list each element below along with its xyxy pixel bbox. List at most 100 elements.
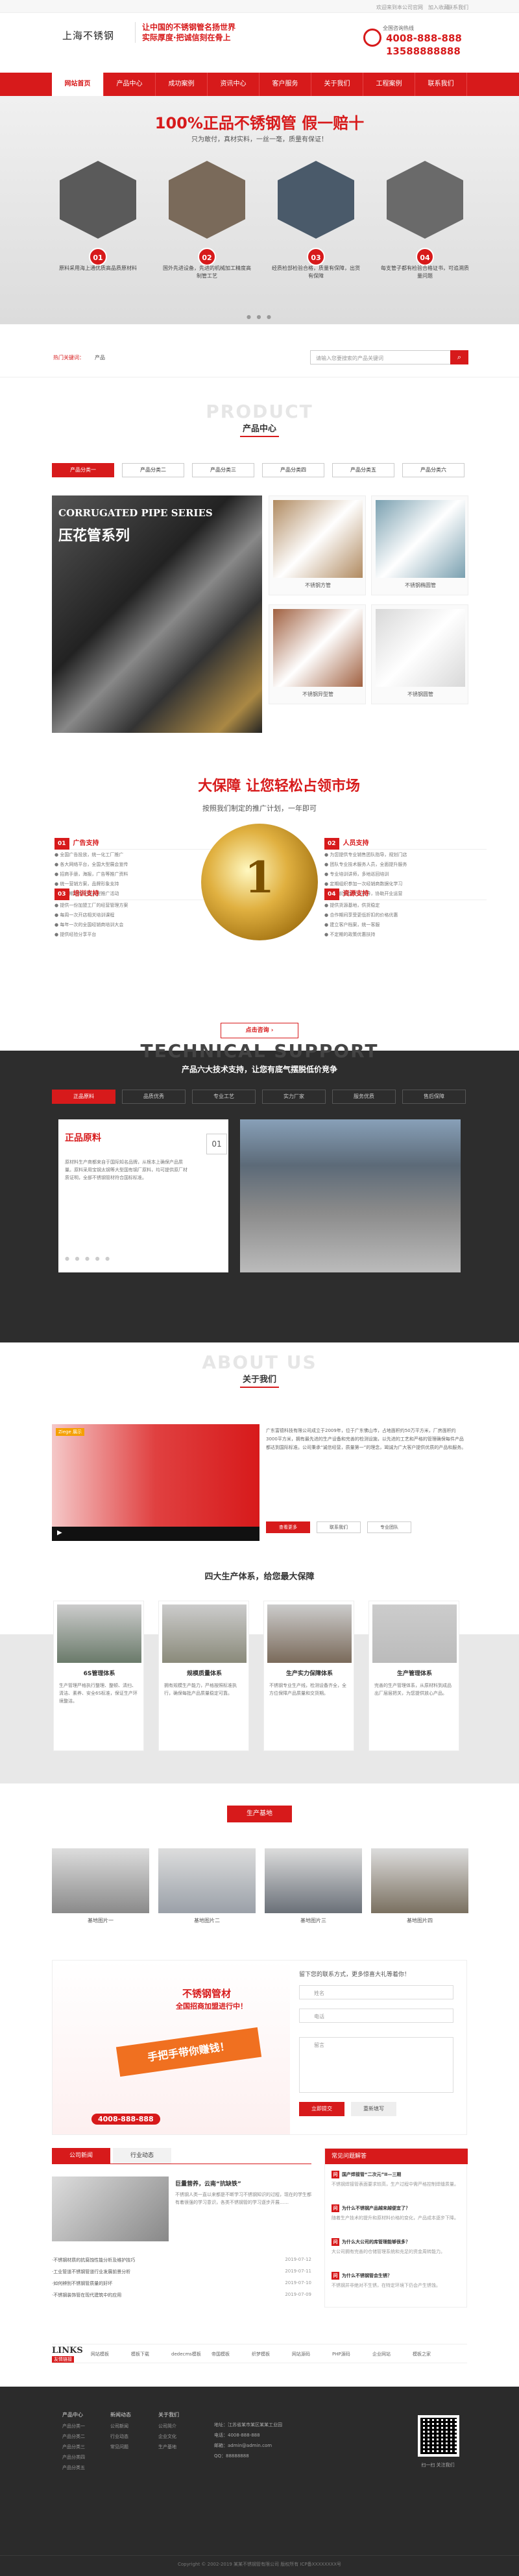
footer-column-link[interactable]: 常见问题 bbox=[110, 2444, 128, 2450]
footer-column-link[interactable]: 公司简介 bbox=[158, 2423, 176, 2429]
news-item-title[interactable]: ·工业管道不锈钢管道行业发展前景分析 bbox=[52, 2269, 130, 2274]
friend-link[interactable]: 模板下载 bbox=[131, 2351, 149, 2357]
video-controls[interactable]: ▶ bbox=[52, 1527, 260, 1541]
tech-card-dots[interactable]: ● ● ● ● ● bbox=[65, 1256, 112, 1261]
faq-heading: 常见问题解答 bbox=[325, 2149, 468, 2164]
news-item-title[interactable]: ·不锈钢材质的抗腐蚀性能分析及维护技巧 bbox=[52, 2258, 135, 2263]
friend-link[interactable]: 帝国模板 bbox=[211, 2351, 230, 2357]
collect-link[interactable]: 加入收藏 bbox=[428, 4, 449, 11]
product-tab-6[interactable]: 产品分类六 bbox=[402, 463, 465, 477]
banner-dots[interactable]: ● ● ● bbox=[247, 314, 273, 320]
product-thumb[interactable]: 不锈钢方管 bbox=[269, 495, 366, 595]
friend-link[interactable]: 企业网站 bbox=[372, 2351, 391, 2357]
nav-item-6[interactable]: 关于我们 bbox=[311, 73, 363, 96]
footer-column-link[interactable]: 行业动态 bbox=[110, 2433, 128, 2440]
friend-link[interactable]: dedecms模板 bbox=[171, 2351, 201, 2357]
faq-question[interactable]: 问为什么不锈钢管会生锈？ bbox=[332, 2272, 461, 2280]
news-item-title[interactable]: ·不锈钢装饰管在现代建筑中的应用 bbox=[52, 2293, 121, 2298]
system-card-text: 完善的生产管理体系，从原材料到成品出厂层层把关，为您提供放心产品。 bbox=[374, 1683, 452, 1696]
friend-link[interactable]: 织梦模板 bbox=[252, 2351, 270, 2357]
phone-field[interactable]: 电话 bbox=[299, 2009, 453, 2023]
footer-column-link[interactable]: 产品分类四 bbox=[62, 2454, 85, 2461]
news-item[interactable]: ·不锈钢材质的抗腐蚀性能分析及维护技巧 2019-07-12 bbox=[52, 2257, 311, 2266]
nav-item-1[interactable]: 网站首页 bbox=[52, 73, 104, 96]
faq-question[interactable]: 问为什么不锈钢产品越来越便宜了？ bbox=[332, 2204, 461, 2212]
contact-link[interactable]: 联系我们 bbox=[448, 4, 468, 11]
tech-tab-4[interactable]: 实力厂家 bbox=[262, 1090, 326, 1104]
base-card[interactable]: 基地图片二 bbox=[158, 1848, 256, 1927]
tech-tab-5[interactable]: 服务优质 bbox=[332, 1090, 396, 1104]
footer-column-link[interactable]: 生产基地 bbox=[158, 2444, 176, 2450]
faq-question[interactable]: 问为什么大公司的库管理能够很多？ bbox=[332, 2238, 461, 2246]
faq-question-text[interactable]: 为什么不锈钢管会生锈？ bbox=[342, 2273, 392, 2278]
about-video[interactable]: Ziege 展示 ▶ bbox=[52, 1424, 260, 1541]
banner-hex-text: 国外先进设备，先进的机械加工精度高制管工艺 bbox=[163, 265, 251, 279]
product-thumb[interactable]: 不锈钢异型管 bbox=[269, 604, 366, 704]
product-tab-2[interactable]: 产品分类二 bbox=[122, 463, 184, 477]
base-card[interactable]: 基地图片一 bbox=[52, 1848, 149, 1927]
tab-industry-news[interactable]: 行业动态 bbox=[113, 2148, 171, 2164]
logo[interactable]: 上海不锈钢 bbox=[62, 29, 114, 42]
friend-link[interactable]: 网站源码 bbox=[292, 2351, 310, 2357]
footer-column-link[interactable]: 产品分类二 bbox=[62, 2433, 85, 2440]
footer-column-link[interactable]: 公司新闻 bbox=[110, 2423, 128, 2429]
news-feature-image[interactable] bbox=[52, 2176, 169, 2241]
tech-tab-6[interactable]: 售后保障 bbox=[402, 1090, 466, 1104]
footer-column-link[interactable]: 企业文化 bbox=[158, 2433, 176, 2440]
banner-subtitle: 只为敢付，真材实料，一丝一毫，质量有保证！ bbox=[191, 136, 328, 143]
play-icon[interactable]: ▶ bbox=[57, 1529, 62, 1536]
friend-link[interactable]: PHP源码 bbox=[332, 2351, 350, 2357]
links-label: LINKS bbox=[52, 2346, 83, 2355]
tech-tab-1[interactable]: 正品原料 bbox=[52, 1090, 115, 1104]
product-thumb[interactable]: 不锈钢椭圆管 bbox=[371, 495, 468, 595]
about-button-3[interactable]: 专业团队 bbox=[367, 1521, 411, 1533]
nav-item-5[interactable]: 客户服务 bbox=[260, 73, 311, 96]
message-field[interactable]: 留言 bbox=[299, 2037, 453, 2093]
production-base-button[interactable]: 生产基地 bbox=[227, 1806, 292, 1822]
hot-keyword[interactable]: 产品 bbox=[95, 354, 105, 361]
friend-link[interactable]: 网站模板 bbox=[91, 2351, 109, 2357]
footer-column-link[interactable]: 产品分类五 bbox=[62, 2464, 85, 2471]
product-tab-1[interactable]: 产品分类一 bbox=[52, 463, 114, 477]
product-tab-3[interactable]: 产品分类三 bbox=[192, 463, 254, 477]
consult-button[interactable]: 点击咨询 › bbox=[221, 1023, 298, 1038]
faq-question[interactable]: 问国产焊接管“二次元”II—三期 bbox=[332, 2171, 461, 2178]
faq-question-text[interactable]: 为什么大公司的库管理能够很多？ bbox=[342, 2239, 410, 2245]
advantage-block-head: 01 广告支持 bbox=[54, 838, 217, 850]
base-card[interactable]: 基地图片三 bbox=[265, 1848, 362, 1927]
submit-button[interactable]: 立即提交 bbox=[299, 2102, 344, 2116]
nav-item-7[interactable]: 工程案例 bbox=[363, 73, 415, 96]
nav-item-2[interactable]: 产品中心 bbox=[104, 73, 156, 96]
news-item[interactable]: ·不锈钢装饰管在现代建筑中的应用 2019-07-09 bbox=[52, 2292, 311, 2301]
news-item[interactable]: ·工业管道不锈钢管道行业发展前景分析 2019-07-11 bbox=[52, 2269, 311, 2278]
featured-product-image[interactable]: CORRUGATED PIPE SERIES 压花管系列 bbox=[52, 495, 262, 733]
tech-tab-2[interactable]: 品质优秀 bbox=[122, 1090, 186, 1104]
product-thumb[interactable]: 不锈钢圆管 bbox=[371, 604, 468, 704]
tech-tab-3[interactable]: 专业工艺 bbox=[192, 1090, 256, 1104]
news-item-title[interactable]: ·如何辨别不锈钢管质量的好坏 bbox=[52, 2281, 112, 2286]
search-button[interactable]: ⌕ bbox=[450, 350, 468, 364]
news-feature-title[interactable]: 巨量营养，云南“抗缺铁” bbox=[175, 2179, 241, 2188]
footer-column-link[interactable]: 产品分类三 bbox=[62, 2444, 85, 2450]
featured-product-cn: 压花管系列 bbox=[58, 528, 130, 544]
about-button-2[interactable]: 联系我们 bbox=[317, 1521, 361, 1533]
about-button-1[interactable]: 查看更多 bbox=[266, 1521, 310, 1533]
product-tab-4[interactable]: 产品分类四 bbox=[262, 463, 324, 477]
footer-column-link[interactable]: 产品分类一 bbox=[62, 2423, 85, 2429]
nav-item-3[interactable]: 成功案例 bbox=[156, 73, 208, 96]
faq-question-text[interactable]: 为什么不锈钢产品越来越便宜了？ bbox=[342, 2206, 410, 2211]
nav-item-8[interactable]: 联系我们 bbox=[415, 73, 467, 96]
product-tab-5[interactable]: 产品分类五 bbox=[332, 463, 394, 477]
friend-link[interactable]: 模板之家 bbox=[413, 2351, 431, 2357]
system-card-image bbox=[267, 1604, 352, 1663]
nav-item-4[interactable]: 资讯中心 bbox=[208, 73, 260, 96]
name-field[interactable]: 姓名 bbox=[299, 1985, 453, 1999]
faq-question-text[interactable]: 国产焊接管“二次元”II—三期 bbox=[342, 2172, 401, 2177]
product-thumb-image bbox=[273, 609, 363, 687]
tab-company-news[interactable]: 公司新闻 bbox=[52, 2148, 110, 2164]
search-input[interactable]: 请输入您要搜索的产品关键词 bbox=[310, 350, 461, 364]
news-item[interactable]: ·如何辨别不锈钢管质量的好坏 2019-07-10 bbox=[52, 2280, 311, 2289]
reset-button[interactable]: 重新填写 bbox=[351, 2102, 396, 2116]
advantage-block-number: 02 bbox=[324, 838, 339, 850]
base-card[interactable]: 基地图片四 bbox=[371, 1848, 468, 1927]
